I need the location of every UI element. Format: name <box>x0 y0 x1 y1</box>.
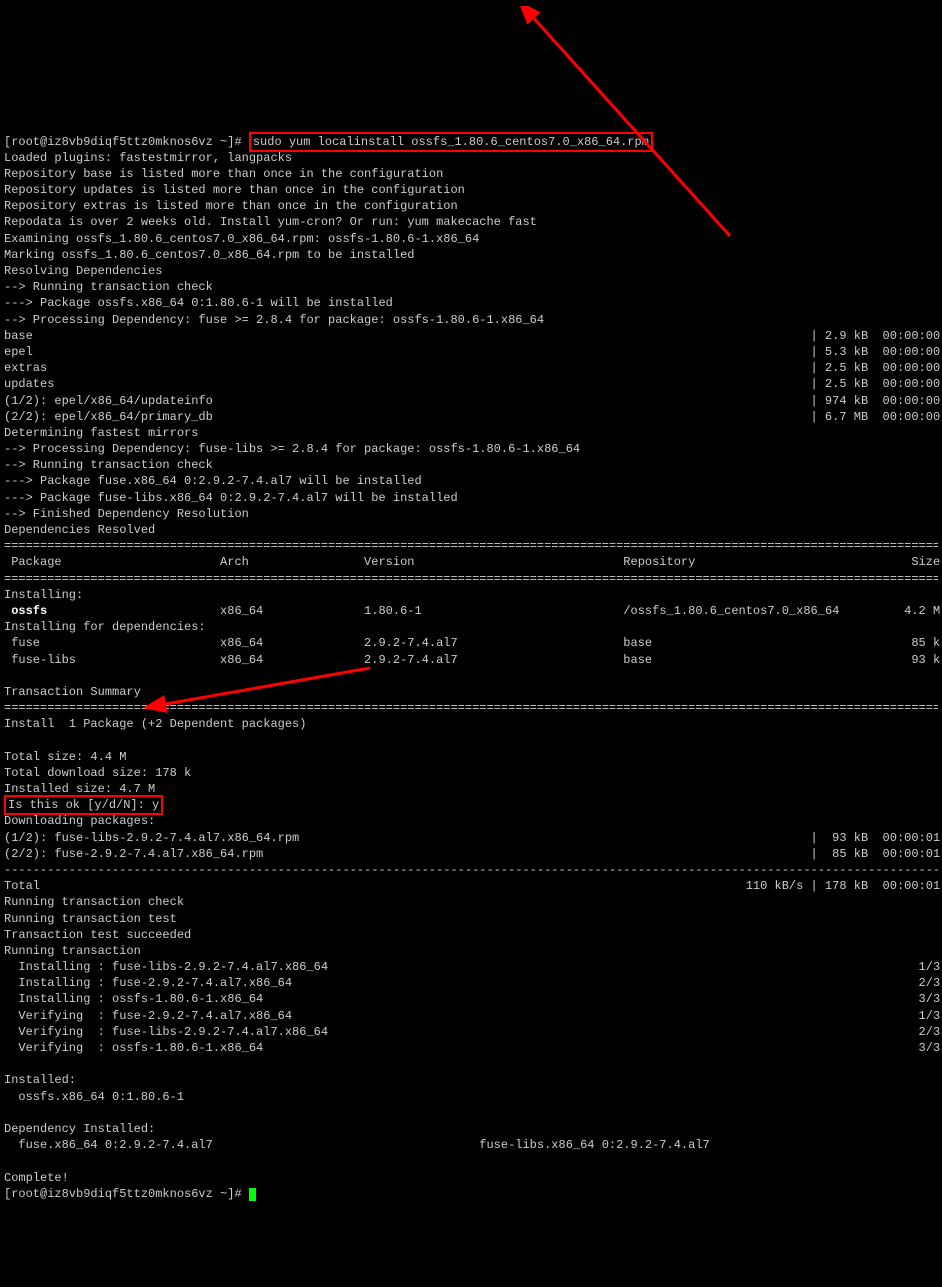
output-line: --> Running transaction check <box>4 279 938 295</box>
section-label: Installed: <box>4 1072 938 1088</box>
output-line: --> Processing Dependency: fuse >= 2.8.4… <box>4 312 938 328</box>
shell-prompt[interactable]: [root@iz8vb9diqf5ttz0mknos6vz ~]# sudo y… <box>4 134 938 150</box>
terminal-output: [root@iz8vb9diqf5ttz0mknos6vz ~]# sudo y… <box>4 134 938 1202</box>
progress-line: Verifying : ossfs-1.80.6-1.x86_64 3/3 <box>4 1040 938 1056</box>
section-label: Installing for dependencies: <box>4 619 938 635</box>
shell-prompt[interactable]: [root@iz8vb9diqf5ttz0mknos6vz ~]# <box>4 1186 938 1202</box>
repo-file-line: (2/2): epel/x86_64/primary_db | 6.7 MB 0… <box>4 409 938 425</box>
separator: ========================================… <box>4 700 938 716</box>
blank-line <box>4 668 938 684</box>
separator: ========================================… <box>4 538 938 554</box>
table-header: Package Arch Version Repository Size <box>4 554 938 570</box>
progress-line: Installing : fuse-2.9.2-7.4.al7.x86_64 2… <box>4 975 938 991</box>
output-line: Running transaction test <box>4 911 938 927</box>
output-line: Determining fastest mirrors <box>4 425 938 441</box>
download-line: (2/2): fuse-2.9.2-7.4.al7.x86_64.rpm | 8… <box>4 846 938 862</box>
confirm-prompt[interactable]: Is this ok [y/d/N]: y <box>4 797 938 813</box>
output-line: ossfs.x86_64 0:1.80.6-1 <box>4 1089 938 1105</box>
blank-line <box>4 1105 938 1121</box>
progress-line: Verifying : fuse-libs-2.9.2-7.4.al7.x86_… <box>4 1024 938 1040</box>
repo-line: extras | 2.5 kB 00:00:00 <box>4 360 938 376</box>
output-line: Examining ossfs_1.80.6_centos7.0_x86_64.… <box>4 231 938 247</box>
total-line: Total 110 kB/s | 178 kB 00:00:01 <box>4 878 938 894</box>
separator: ----------------------------------------… <box>4 862 938 878</box>
repo-line: epel | 5.3 kB 00:00:00 <box>4 344 938 360</box>
repo-line: base | 2.9 kB 00:00:00 <box>4 328 938 344</box>
progress-line: Installing : ossfs-1.80.6-1.x86_64 3/3 <box>4 991 938 1007</box>
output-line: Resolving Dependencies <box>4 263 938 279</box>
cursor <box>249 1188 256 1201</box>
output-line: Loaded plugins: fastestmirror, langpacks <box>4 150 938 166</box>
output-line: Repodata is over 2 weeks old. Install yu… <box>4 214 938 230</box>
output-line: Total download size: 178 k <box>4 765 938 781</box>
blank-line <box>4 732 938 748</box>
output-line: --> Finished Dependency Resolution <box>4 506 938 522</box>
table-row: fuse-libs x86_64 2.9.2-7.4.al7 base 93 k <box>4 652 938 668</box>
download-line: (1/2): fuse-libs-2.9.2-7.4.al7.x86_64.rp… <box>4 830 938 846</box>
table-row: fuse x86_64 2.9.2-7.4.al7 base 85 k <box>4 635 938 651</box>
section-label: Dependency Installed: <box>4 1121 938 1137</box>
output-line: --> Processing Dependency: fuse-libs >= … <box>4 441 938 457</box>
section-label: Transaction Summary <box>4 684 938 700</box>
output-line: ---> Package fuse.x86_64 0:2.9.2-7.4.al7… <box>4 473 938 489</box>
repo-line: updates | 2.5 kB 00:00:00 <box>4 376 938 392</box>
output-line: fuse.x86_64 0:2.9.2-7.4.al7 fuse-libs.x8… <box>4 1137 938 1153</box>
progress-line: Installing : fuse-libs-2.9.2-7.4.al7.x86… <box>4 959 938 975</box>
output-line: Transaction test succeeded <box>4 927 938 943</box>
blank-line <box>4 1153 938 1169</box>
output-line: Running transaction check <box>4 894 938 910</box>
output-line: Marking ossfs_1.80.6_centos7.0_x86_64.rp… <box>4 247 938 263</box>
command-highlight: sudo yum localinstall ossfs_1.80.6_cento… <box>249 132 653 152</box>
blank-line <box>4 1056 938 1072</box>
output-line: Install 1 Package (+2 Dependent packages… <box>4 716 938 732</box>
output-line: ---> Package fuse-libs.x86_64 0:2.9.2-7.… <box>4 490 938 506</box>
output-line: Complete! <box>4 1170 938 1186</box>
separator: ========================================… <box>4 571 938 587</box>
output-line: Downloading packages: <box>4 813 938 829</box>
section-label: Installing: <box>4 587 938 603</box>
output-line: Repository updates is listed more than o… <box>4 182 938 198</box>
output-line: Repository extras is listed more than on… <box>4 198 938 214</box>
output-line: ---> Package ossfs.x86_64 0:1.80.6-1 wil… <box>4 295 938 311</box>
output-line: Running transaction <box>4 943 938 959</box>
output-line: Dependencies Resolved <box>4 522 938 538</box>
output-line: Total size: 4.4 M <box>4 749 938 765</box>
output-line: Repository base is listed more than once… <box>4 166 938 182</box>
repo-file-line: (1/2): epel/x86_64/updateinfo | 974 kB 0… <box>4 393 938 409</box>
output-line: --> Running transaction check <box>4 457 938 473</box>
progress-line: Verifying : fuse-2.9.2-7.4.al7.x86_64 1/… <box>4 1008 938 1024</box>
table-row: ossfs x86_64 1.80.6-1 /ossfs_1.80.6_cent… <box>4 603 938 619</box>
